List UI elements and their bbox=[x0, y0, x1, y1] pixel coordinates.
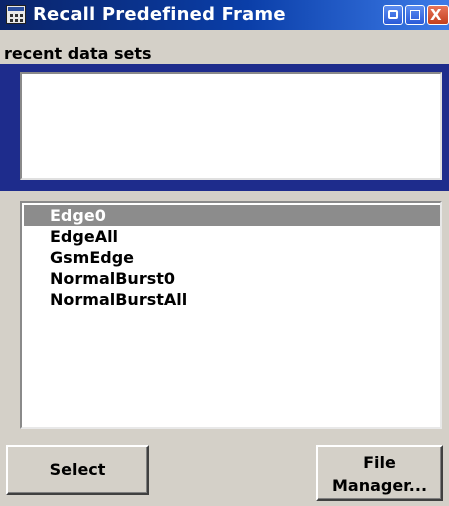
list-item[interactable]: GsmEdge bbox=[24, 247, 440, 268]
minimize-icon bbox=[388, 10, 398, 19]
window-title: Recall Predefined Frame bbox=[33, 4, 286, 25]
file-manager-label-line1: File bbox=[363, 453, 396, 472]
icon-key bbox=[15, 19, 18, 22]
maximize-button[interactable] bbox=[405, 5, 425, 25]
app-window-icon[interactable] bbox=[6, 5, 26, 24]
list-item[interactable]: Edge0 bbox=[24, 205, 440, 226]
recent-data-sets-list[interactable] bbox=[20, 72, 442, 180]
close-icon: X bbox=[430, 6, 442, 24]
icon-key bbox=[10, 14, 13, 17]
maximize-icon bbox=[410, 10, 420, 20]
file-manager-label-line2: Manager... bbox=[331, 476, 428, 495]
list-item[interactable]: NormalBurst0 bbox=[24, 268, 440, 289]
icon-key bbox=[15, 14, 18, 17]
select-button[interactable]: Select bbox=[6, 445, 149, 495]
icon-key bbox=[20, 19, 23, 22]
list-item[interactable]: EdgeAll bbox=[24, 226, 440, 247]
minimize-button[interactable] bbox=[383, 5, 403, 25]
recent-data-sets-label: recent data sets bbox=[4, 44, 152, 63]
file-manager-button[interactable]: File Manager... bbox=[316, 445, 443, 501]
close-button[interactable]: X bbox=[427, 5, 449, 25]
icon-title-strip bbox=[8, 7, 24, 11]
file-list[interactable]: Edge0 EdgeAll GsmEdge NormalBurst0 Norma… bbox=[20, 201, 442, 429]
list-item[interactable]: NormalBurstAll bbox=[24, 289, 440, 310]
icon-key bbox=[10, 19, 13, 22]
icon-key bbox=[20, 14, 23, 17]
title-bar[interactable]: Recall Predefined Frame X bbox=[0, 0, 449, 30]
recall-predefined-frame-dialog: Recall Predefined Frame X recent data se… bbox=[0, 0, 449, 506]
